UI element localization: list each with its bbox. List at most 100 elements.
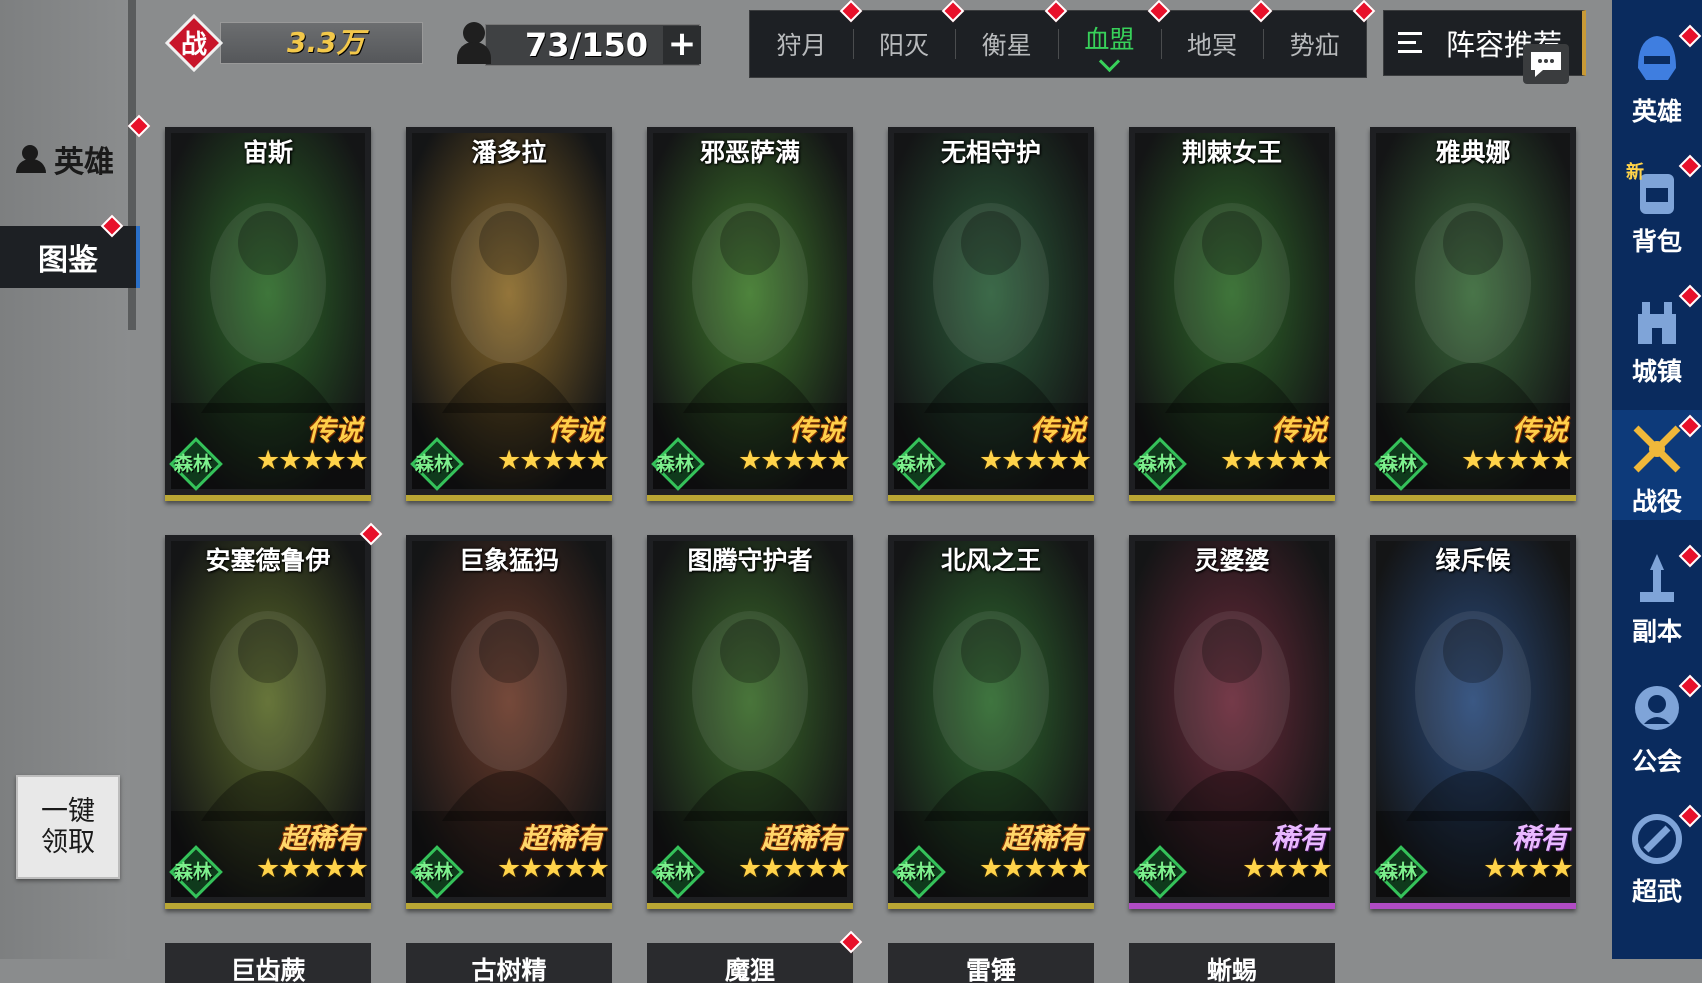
faction-label: 森林 [655,453,694,475]
faction-tab-3[interactable]: 衡星 [955,0,1068,77]
faction-label: 森林 [414,453,453,475]
hero-name: 北风之王 [940,546,1041,575]
hero-card[interactable]: 邪恶萨满 传说 ★★★★★ 森林 [647,127,853,501]
hero-card[interactable]: 无相守护 传说 ★★★★★ 森林 [888,127,1094,501]
right-nav-label: 城镇 [1631,357,1682,386]
faction-badge: 森林 [1131,845,1187,899]
hero-card[interactable]: 荆棘女王 传说 ★★★★★ 森林 [1129,127,1335,501]
faction-badge: 森林 [1372,845,1428,899]
hero-name: 魔狸 [724,956,775,983]
hero-card[interactable]: 巨象猛犸 超稀有 ★★★★★ 森林 [406,535,612,909]
right-nav-item[interactable]: 城镇 [1612,280,1702,390]
left-tab-codex[interactable]: 图鉴 [0,226,140,288]
guild-icon [1635,686,1679,730]
hero-card[interactable]: 安塞德鲁伊超稀有 ★★★★★ 森林 [165,535,371,909]
hero-card[interactable]: 北风之王 超稀有 ★★★★★ 森林 [888,535,1094,909]
hero-card-partial[interactable]: 蜥蜴 [1129,943,1335,983]
hero-rarity: 传说 [547,414,604,447]
hero-rarity: 传说 [1511,414,1568,447]
claim-all-line-2: 领取 [41,827,95,858]
hero-card-partial[interactable]: 雷锤 [888,943,1094,983]
chat-bubble-icon[interactable] [1523,44,1569,84]
right-nav-label: 英雄 [1631,97,1682,126]
hero-card[interactable]: 宙斯传说 ★★★★★ 森林 [165,127,371,501]
battle-emblem-text: 战 [181,30,207,60]
left-tab-heroes-label: 英雄 [54,145,114,180]
hero-name: 安塞德鲁伊 [205,546,331,575]
faction-label: 森林 [173,453,212,475]
super-weapon-icon [1632,814,1682,864]
right-nav-item[interactable]: 超武 [1612,800,1702,910]
right-nav-label: 背包 [1631,227,1682,256]
combat-power-display: 战 3.3万 [165,14,425,72]
right-nav-label: 超武 [1631,877,1682,906]
right-nav-label: 战役 [1631,487,1682,516]
faction-badge: 森林 [408,437,464,491]
list-icon [1398,32,1422,54]
faction-label: 森林 [173,861,212,883]
hero-stars: ★★★★★ [496,445,610,476]
person-icon [16,145,50,173]
faction-badge: 森林 [890,845,946,899]
claim-all-button[interactable]: 一键 领取 [16,775,120,879]
faction-tab-label: 狩月 [776,31,827,60]
faction-tab-1[interactable]: 狩月 [750,0,862,77]
right-nav-item[interactable]: 新背包 [1612,150,1702,260]
hero-card-partial[interactable]: 巨齿蕨 [165,943,371,983]
combat-power-value: 3.3万 [287,26,365,59]
hero-stars: ★★★★★ [978,445,1092,476]
right-nav-item[interactable]: 战役 [1612,410,1702,520]
hero-name: 无相守护 [940,138,1041,167]
faction-tab-2[interactable]: 阳灭 [852,0,965,77]
hero-stars: ★★★★★ [255,445,369,476]
hero-card-partial[interactable]: 古树精 [406,943,612,983]
faction-tab-label: 势疝 [1289,31,1340,60]
faction-label: 森林 [896,453,935,475]
right-nav-item[interactable]: 公会 [1612,670,1702,780]
hero-rarity: 超稀有 [278,822,363,855]
hero-card-partial[interactable]: 魔狸 [647,943,853,983]
hero-card[interactable]: 图腾守护者 超稀有 ★★★★★ 森林 [647,535,853,909]
hero-name: 潘多拉 [471,138,547,167]
hero-stars: ★★★★★ [737,445,851,476]
notification-dot [1352,0,1376,23]
hero-card[interactable]: 灵婆婆 稀有 ★★★★ 森林 [1129,535,1335,909]
right-nav-label: 副本 [1631,617,1682,646]
hero-stars: ★★★★★ [978,853,1092,884]
add-stamina-button[interactable]: + [663,26,701,64]
faction-tab-label: 阳灭 [879,31,930,60]
faction-label: 森林 [1137,861,1176,883]
dungeon-icon [1640,554,1674,602]
hero-stars: ★★★★★ [255,853,369,884]
hero-name: 古树精 [471,956,547,983]
hero-stars: ★★★★ [1242,853,1333,884]
hero-rarity: 传说 [306,414,363,447]
faction-label: 森林 [1378,861,1417,883]
hero-card[interactable]: 雅典娜 传说 ★★★★★ 森林 [1370,127,1576,501]
hero-card[interactable]: 绿斥候 稀有 ★★★★ 森林 [1370,535,1576,909]
faction-label: 森林 [896,861,935,883]
faction-tab-6[interactable]: 势疝 [1263,0,1376,77]
hero-rarity: 传说 [788,414,845,447]
right-nav-label: 公会 [1631,747,1682,776]
hero-name: 巨象猛犸 [458,546,559,575]
faction-tab-label: 衡星 [981,31,1032,60]
hero-stars: ★★★★ [1483,853,1574,884]
hero-name: 雷锤 [965,956,1016,983]
castle-icon [1638,302,1676,344]
faction-tab-5[interactable]: 地冥 [1160,0,1273,77]
faction-tab-4[interactable]: 血盟 [1058,0,1171,77]
hero-stars: ★★★★★ [737,853,851,884]
hero-name: 宙斯 [242,138,293,167]
faction-badge: 森林 [649,845,705,899]
left-tab-heroes[interactable]: 英雄 [0,128,130,190]
stamina-display: 73/150 + [455,22,705,68]
battle-emblem-icon: 战 [165,14,223,72]
faction-badge: 森林 [890,437,946,491]
right-nav-item[interactable]: 英雄 [1612,20,1702,130]
crossed-swords-icon [1633,425,1681,473]
hero-card[interactable]: 潘多拉传说 ★★★★★ 森林 [406,127,612,501]
right-nav-item[interactable]: 副本 [1612,540,1702,650]
faction-badge: 森林 [167,437,223,491]
hero-name: 图腾守护者 [687,546,813,575]
